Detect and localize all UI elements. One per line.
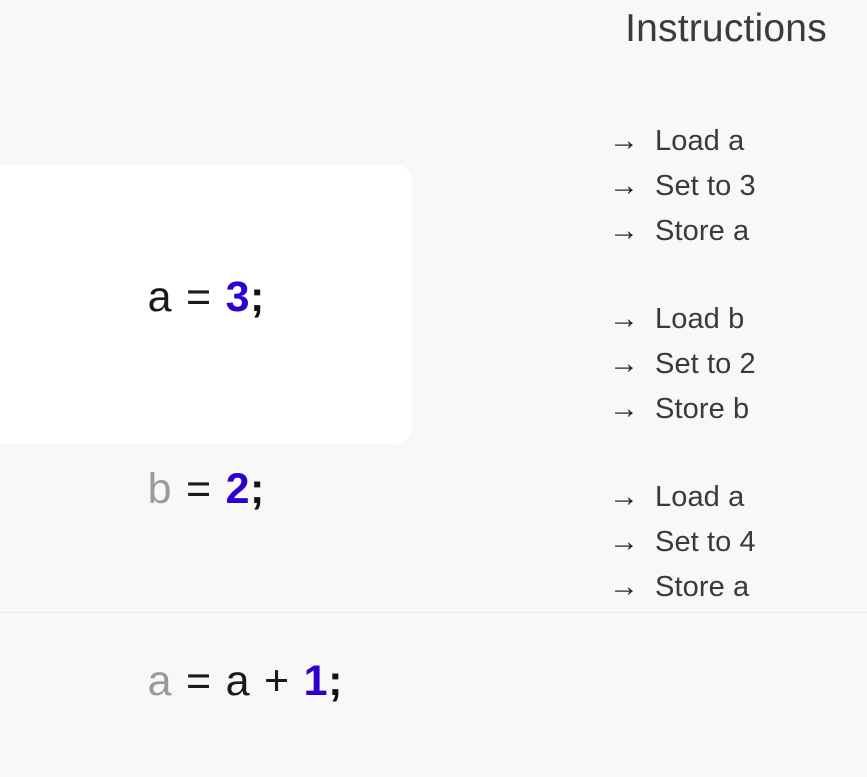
instructions-panel: Instructions → Load a → Set to 3 → Store… <box>585 0 867 621</box>
code-line-1: a = 3; <box>48 201 388 393</box>
instruction-row: → Store a <box>585 208 756 253</box>
code-line-2: b = 2; <box>48 393 388 585</box>
instruction-label: Store a <box>655 571 750 603</box>
instruction-label: Load a <box>655 481 745 513</box>
code-token-var-a-operand: a <box>225 657 251 705</box>
instruction-row: → Set to 2 <box>585 341 756 386</box>
code-token-var-a: a <box>147 273 172 321</box>
instruction-label: Load a <box>655 125 745 157</box>
code-token-semicolon: ; <box>328 657 343 705</box>
instruction-group-3: → Load a → Set to 4 → Store a <box>585 474 756 609</box>
bottom-divider <box>0 612 867 613</box>
arrow-right-icon: → <box>609 169 639 202</box>
instruction-label: Load b <box>655 303 745 335</box>
instruction-label: Set to 2 <box>655 348 756 380</box>
arrow-right-icon: → <box>609 570 639 603</box>
instruction-row: → Set to 3 <box>585 163 756 208</box>
code-snippet-card: a = 3; b = 2; a = a +1; <box>0 165 412 705</box>
instruction-label: Set to 4 <box>655 526 756 558</box>
code-token-literal-1: 1 <box>303 657 329 705</box>
arrow-right-icon: → <box>609 525 639 558</box>
instruction-row: → Load b <box>585 296 756 341</box>
instruction-group-2: → Load b → Set to 2 → Store b <box>585 296 756 431</box>
code-token-literal-3: 3 <box>225 273 251 321</box>
arrow-right-icon: → <box>609 392 639 425</box>
code-line-3: a = a +1; <box>48 585 388 777</box>
instruction-label: Store a <box>655 215 750 247</box>
instruction-row: → Store b <box>585 386 756 431</box>
instruction-row: → Set to 4 <box>585 519 756 564</box>
instruction-row: → Load a <box>585 474 756 519</box>
code-token-var-a-target: a <box>147 657 172 705</box>
arrow-right-icon: → <box>609 347 639 380</box>
code-token-assign: = <box>186 273 212 321</box>
code-token-semicolon: ; <box>250 465 265 513</box>
screen-root: a = 3; b = 2; a = a +1; Instructions → Load a →… <box>0 0 867 705</box>
code-token-literal-2: 2 <box>225 465 251 513</box>
code-lines: a = 3; b = 2; a = a +1; <box>48 201 388 777</box>
instruction-row: → Store a <box>585 564 756 609</box>
instruction-row: → Load a <box>585 118 756 163</box>
code-token-assign: = <box>186 465 212 513</box>
arrow-right-icon: → <box>609 124 639 157</box>
arrow-right-icon: → <box>609 480 639 513</box>
code-token-semicolon: ; <box>250 273 265 321</box>
arrow-right-icon: → <box>609 214 639 247</box>
instructions-title: Instructions <box>625 7 827 50</box>
code-token-var-b: b <box>147 465 172 513</box>
code-token-assign: = <box>186 657 212 705</box>
instruction-label: Set to 3 <box>655 170 756 202</box>
arrow-right-icon: → <box>609 302 639 335</box>
instruction-group-1: → Load a → Set to 3 → Store a <box>585 118 756 253</box>
code-token-plus: + <box>264 657 290 705</box>
instruction-label: Store b <box>655 393 750 425</box>
